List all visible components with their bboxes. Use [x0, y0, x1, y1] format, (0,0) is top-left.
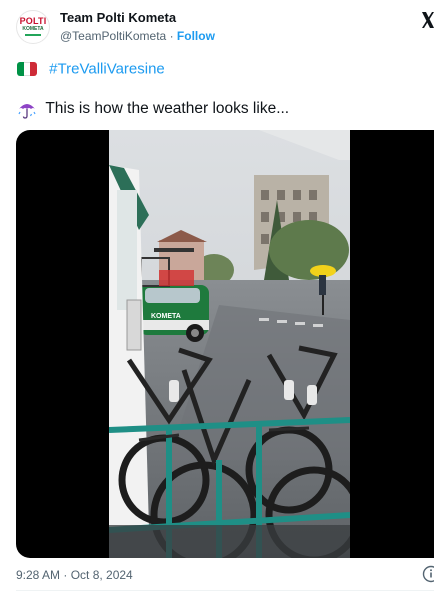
tweet-body-text: This is how the weather looks like... — [45, 100, 290, 117]
follow-button[interactable]: Follow — [177, 29, 215, 43]
info-icon[interactable] — [422, 565, 434, 583]
author-name[interactable]: Team Polti Kometa — [60, 10, 176, 25]
divider — [16, 590, 434, 591]
tweet-header: POLTI KOMETA Team Polti Kometa @TeamPolt… — [16, 8, 434, 48]
handle-row: @TeamPoltiKometa · Follow — [60, 29, 215, 43]
separator-dot: · — [169, 29, 174, 43]
x-logo-icon[interactable] — [422, 12, 434, 28]
author-handle[interactable]: @TeamPoltiKometa — [60, 29, 166, 43]
umbrella-with-rain-icon — [18, 104, 36, 119]
avatar-logo-subtext: KOMETA — [22, 26, 44, 32]
video-frame: KOMETA — [109, 130, 350, 558]
tweet-timestamp[interactable]: 9:28 AM · Oct 8, 2024 — [16, 568, 133, 582]
team-car-label: KOMETA — [151, 313, 181, 320]
tweet-text: This is how the weather looks like... — [17, 99, 289, 119]
avatar[interactable]: POLTI KOMETA — [16, 10, 50, 44]
video-player[interactable]: KOMETA — [16, 130, 434, 558]
avatar-logo-text: POLTI — [19, 16, 47, 26]
italy-flag-icon — [17, 62, 37, 77]
hashtag-link[interactable]: #TreValliVaresine — [49, 61, 165, 78]
hashtag-line: #TreValliVaresine — [17, 60, 165, 78]
